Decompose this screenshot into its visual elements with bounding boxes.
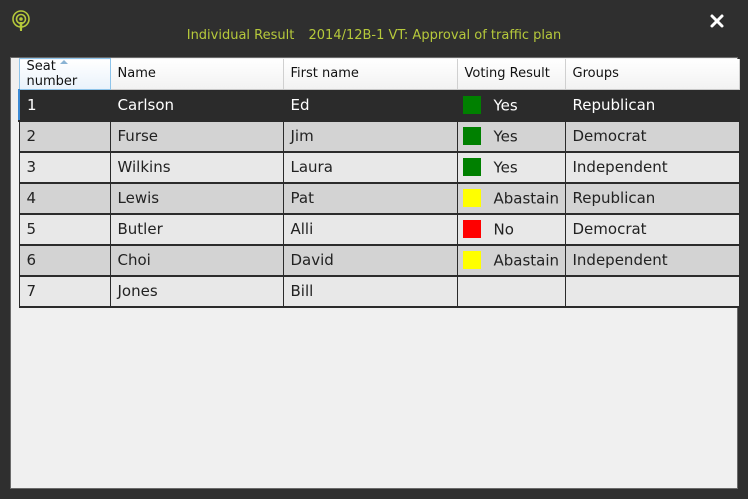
cell-vote — [457, 275, 566, 308]
table-row[interactable]: 6 Choi David Abastain Independent — [18, 244, 740, 277]
cell-first-name: Laura — [283, 151, 458, 184]
table-row[interactable]: 5 Butler Alli No Democrat — [18, 213, 740, 246]
cell-name: Furse — [110, 120, 284, 153]
table-row[interactable]: 1 Carlson Ed Yes Republican — [18, 89, 740, 122]
cell-first-name: David — [283, 244, 458, 277]
vote-color-swatch — [462, 220, 481, 239]
column-header-groups[interactable]: Groups — [565, 58, 740, 90]
cell-seat: 4 — [18, 182, 111, 215]
cell-group: Democrat — [565, 213, 740, 246]
column-header-voting-result[interactable]: Voting Result — [457, 58, 566, 90]
vote-color-swatch — [462, 96, 481, 114]
cell-vote: Abastain — [457, 244, 566, 277]
sort-ascending-icon — [59, 60, 68, 64]
vote-color-swatch — [462, 127, 481, 146]
cell-vote: No — [457, 213, 566, 246]
cell-first-name: Ed — [283, 89, 458, 122]
cell-name: Carlson — [110, 89, 284, 122]
column-header-first-name[interactable]: First name — [283, 58, 458, 90]
cell-first-name: Bill — [283, 275, 458, 308]
cell-seat: 5 — [18, 213, 111, 246]
cell-seat: 7 — [18, 275, 111, 308]
cell-vote: Yes — [457, 151, 566, 184]
cell-seat: 2 — [18, 120, 111, 153]
cell-group: Democrat — [565, 120, 740, 153]
cell-first-name: Alli — [283, 213, 458, 246]
column-header-name[interactable]: Name — [110, 58, 284, 90]
close-icon[interactable] — [708, 12, 726, 30]
results-panel: Seat number Name First name Voting Resul… — [10, 57, 740, 489]
vote-color-swatch — [462, 251, 481, 270]
title-subject: 2014/12B-1 VT: Approval of traffic plan — [308, 28, 562, 43]
table-row[interactable]: 4 Lewis Pat Abastain Republican — [18, 182, 740, 215]
cell-name: Butler — [110, 213, 284, 246]
cell-group: Independent — [565, 151, 740, 184]
window-title: Individual Result 2014/12B-1 VT: Approva… — [0, 28, 748, 43]
table-row[interactable]: 2 Furse Jim Yes Democrat — [18, 120, 740, 153]
cell-group: Republican — [565, 182, 740, 215]
cell-seat: 1 — [18, 89, 111, 122]
vote-color-swatch — [462, 158, 481, 177]
cell-seat: 6 — [18, 244, 111, 277]
cell-name: Choi — [110, 244, 284, 277]
cell-name: Wilkins — [110, 151, 284, 184]
title-name: Individual Result — [186, 28, 295, 43]
cell-group — [565, 275, 740, 308]
vote-color-swatch — [462, 189, 481, 208]
cell-first-name: Pat — [283, 182, 458, 215]
column-header-seat-number[interactable]: Seat number — [18, 58, 111, 90]
cell-vote: Yes — [457, 120, 566, 153]
table-header: Seat number Name First name Voting Resul… — [18, 58, 740, 90]
table-row[interactable]: 3 Wilkins Laura Yes Independent — [18, 151, 740, 184]
cell-group: Republican — [565, 89, 740, 122]
cell-name: Lewis — [110, 182, 284, 215]
cell-name: Jones — [110, 275, 284, 308]
cell-group: Independent — [565, 244, 740, 277]
cell-seat: 3 — [18, 151, 111, 184]
cell-vote: Abastain — [457, 182, 566, 215]
table-row[interactable]: 7 Jones Bill — [18, 275, 740, 308]
cell-first-name: Jim — [283, 120, 458, 153]
cell-vote: Yes — [457, 89, 566, 122]
results-table: Seat number Name First name Voting Resul… — [18, 58, 740, 308]
